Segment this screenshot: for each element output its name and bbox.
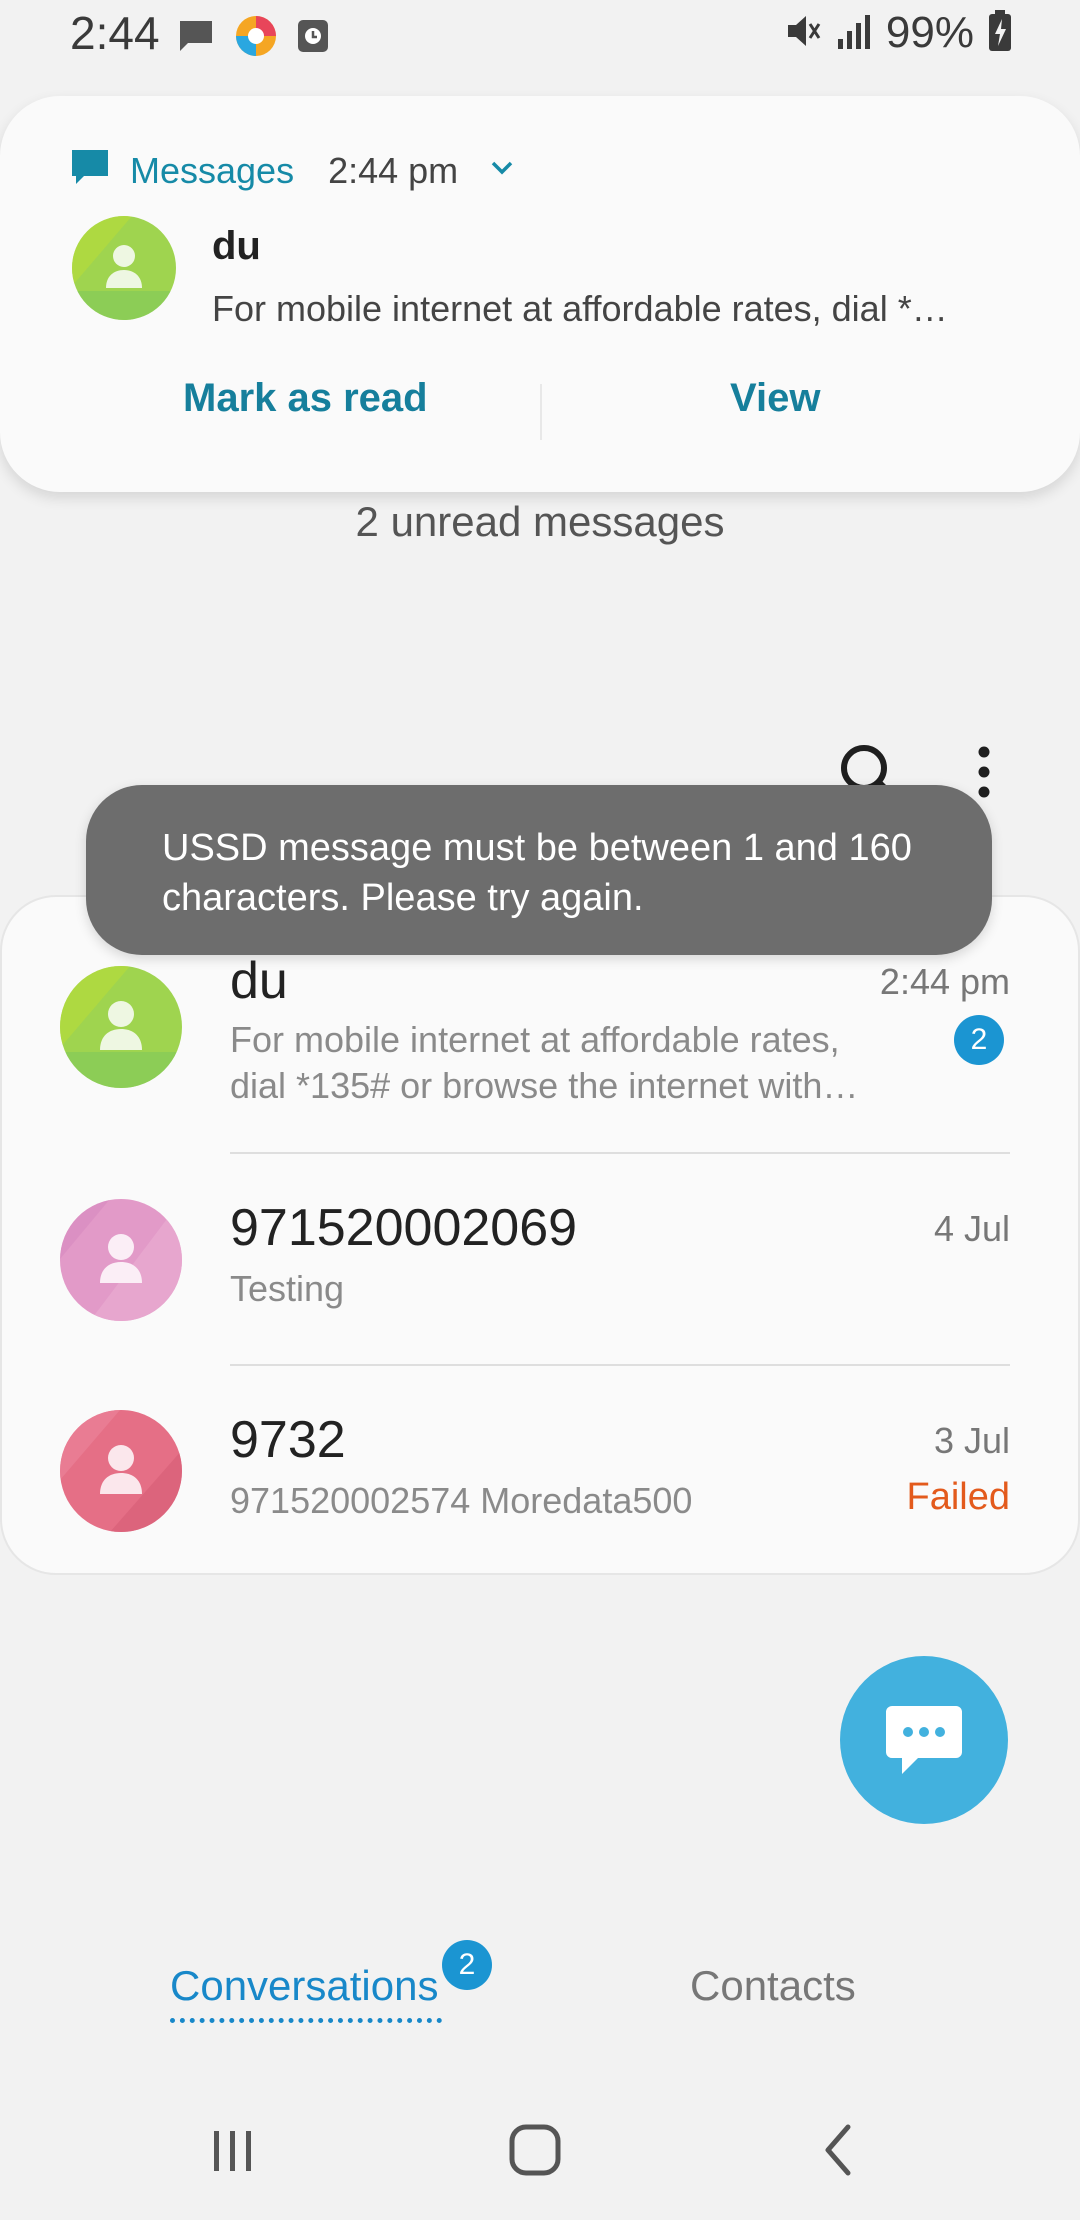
navigation-bar (0, 2110, 1080, 2220)
recent-apps-icon (214, 2131, 251, 2171)
avatar (60, 1410, 182, 1532)
recent-apps-button[interactable] (173, 2110, 293, 2190)
conversation-item-9732[interactable]: 9732 3 Jul 971520002574 Moredata500 Fail… (2, 1366, 1080, 1575)
toast-message: USSD message must be between 1 and 160 c… (86, 785, 992, 955)
status-time: 2:44 (70, 7, 160, 59)
compose-message-icon (886, 1706, 962, 1774)
conversation-preview: Testing (230, 1268, 345, 1309)
preview-line: dial *135# or browse the internet with… (230, 1065, 859, 1106)
tab-contacts[interactable]: Contacts (690, 1962, 856, 2010)
messages-app-icon (70, 148, 110, 193)
home-button[interactable] (475, 2110, 595, 2190)
failed-status: Failed (906, 1476, 1011, 1518)
back-button[interactable] (778, 2110, 898, 2190)
unread-summary: 2 unread messages (355, 498, 725, 545)
mute-icon (784, 11, 822, 56)
tab-conversations[interactable]: Conversations (170, 1962, 438, 2010)
more-vert-icon (978, 746, 990, 798)
conversation-preview: For mobile internet at affordable rates,… (230, 1017, 930, 1109)
unread-badge: 2 (954, 1015, 1004, 1065)
home-icon (509, 2124, 561, 2176)
conversation-preview: 971520002574 Moredata500 (230, 1480, 693, 1521)
avatar (60, 966, 182, 1088)
notification-time: 2:44 pm (328, 149, 459, 191)
actions-divider (540, 384, 542, 440)
notification-app-name: Messages (130, 149, 295, 191)
conversation-name: 971520002069 (230, 1199, 578, 1257)
compose-button[interactable] (840, 1656, 1008, 1824)
avatar (72, 216, 176, 320)
battery-charging-icon (988, 9, 1012, 57)
conversation-date: 4 Jul (933, 1208, 1010, 1249)
clock-app-icon (296, 18, 330, 59)
notification-actions: Mark as read View (0, 376, 1080, 460)
preview-line: For mobile internet at affordable rates, (230, 1019, 840, 1060)
battery-percentage: 99% (885, 8, 974, 57)
status-bar: 2:44 99% (0, 0, 1080, 70)
view-button[interactable]: View (730, 376, 820, 421)
message-icon (176, 17, 216, 60)
mark-as-read-button[interactable]: Mark as read (183, 376, 428, 421)
back-icon (825, 2124, 851, 2176)
avatar (60, 1199, 182, 1321)
status-system-icons: 99% (784, 8, 1012, 58)
conversation-list: du 2:44 pm For mobile internet at afford… (0, 895, 1080, 1575)
more-options-button[interactable] (972, 744, 996, 804)
signal-icon (836, 11, 872, 56)
conversation-name: 9732 (230, 1411, 346, 1469)
tab-active-indicator (170, 2018, 442, 2023)
status-notification-icons (176, 14, 330, 63)
notification-card[interactable]: Messages 2:44 pm du For mobile internet … (0, 96, 1080, 492)
tab-unread-badge: 2 (442, 1940, 492, 1990)
notification-header: Messages 2:44 pm (70, 148, 514, 193)
notification-sender: du (212, 224, 261, 268)
chevron-down-icon[interactable] (490, 160, 514, 181)
conversation-date: 3 Jul (933, 1420, 1010, 1461)
app-icon (234, 14, 278, 63)
conversation-item-971520002069[interactable]: 971520002069 4 Jul Testing (2, 1154, 1080, 1366)
conversation-date: 2:44 pm (879, 961, 1010, 1002)
notification-preview: For mobile internet at affordable rates,… (212, 288, 948, 329)
conversation-name: du (230, 952, 288, 1010)
